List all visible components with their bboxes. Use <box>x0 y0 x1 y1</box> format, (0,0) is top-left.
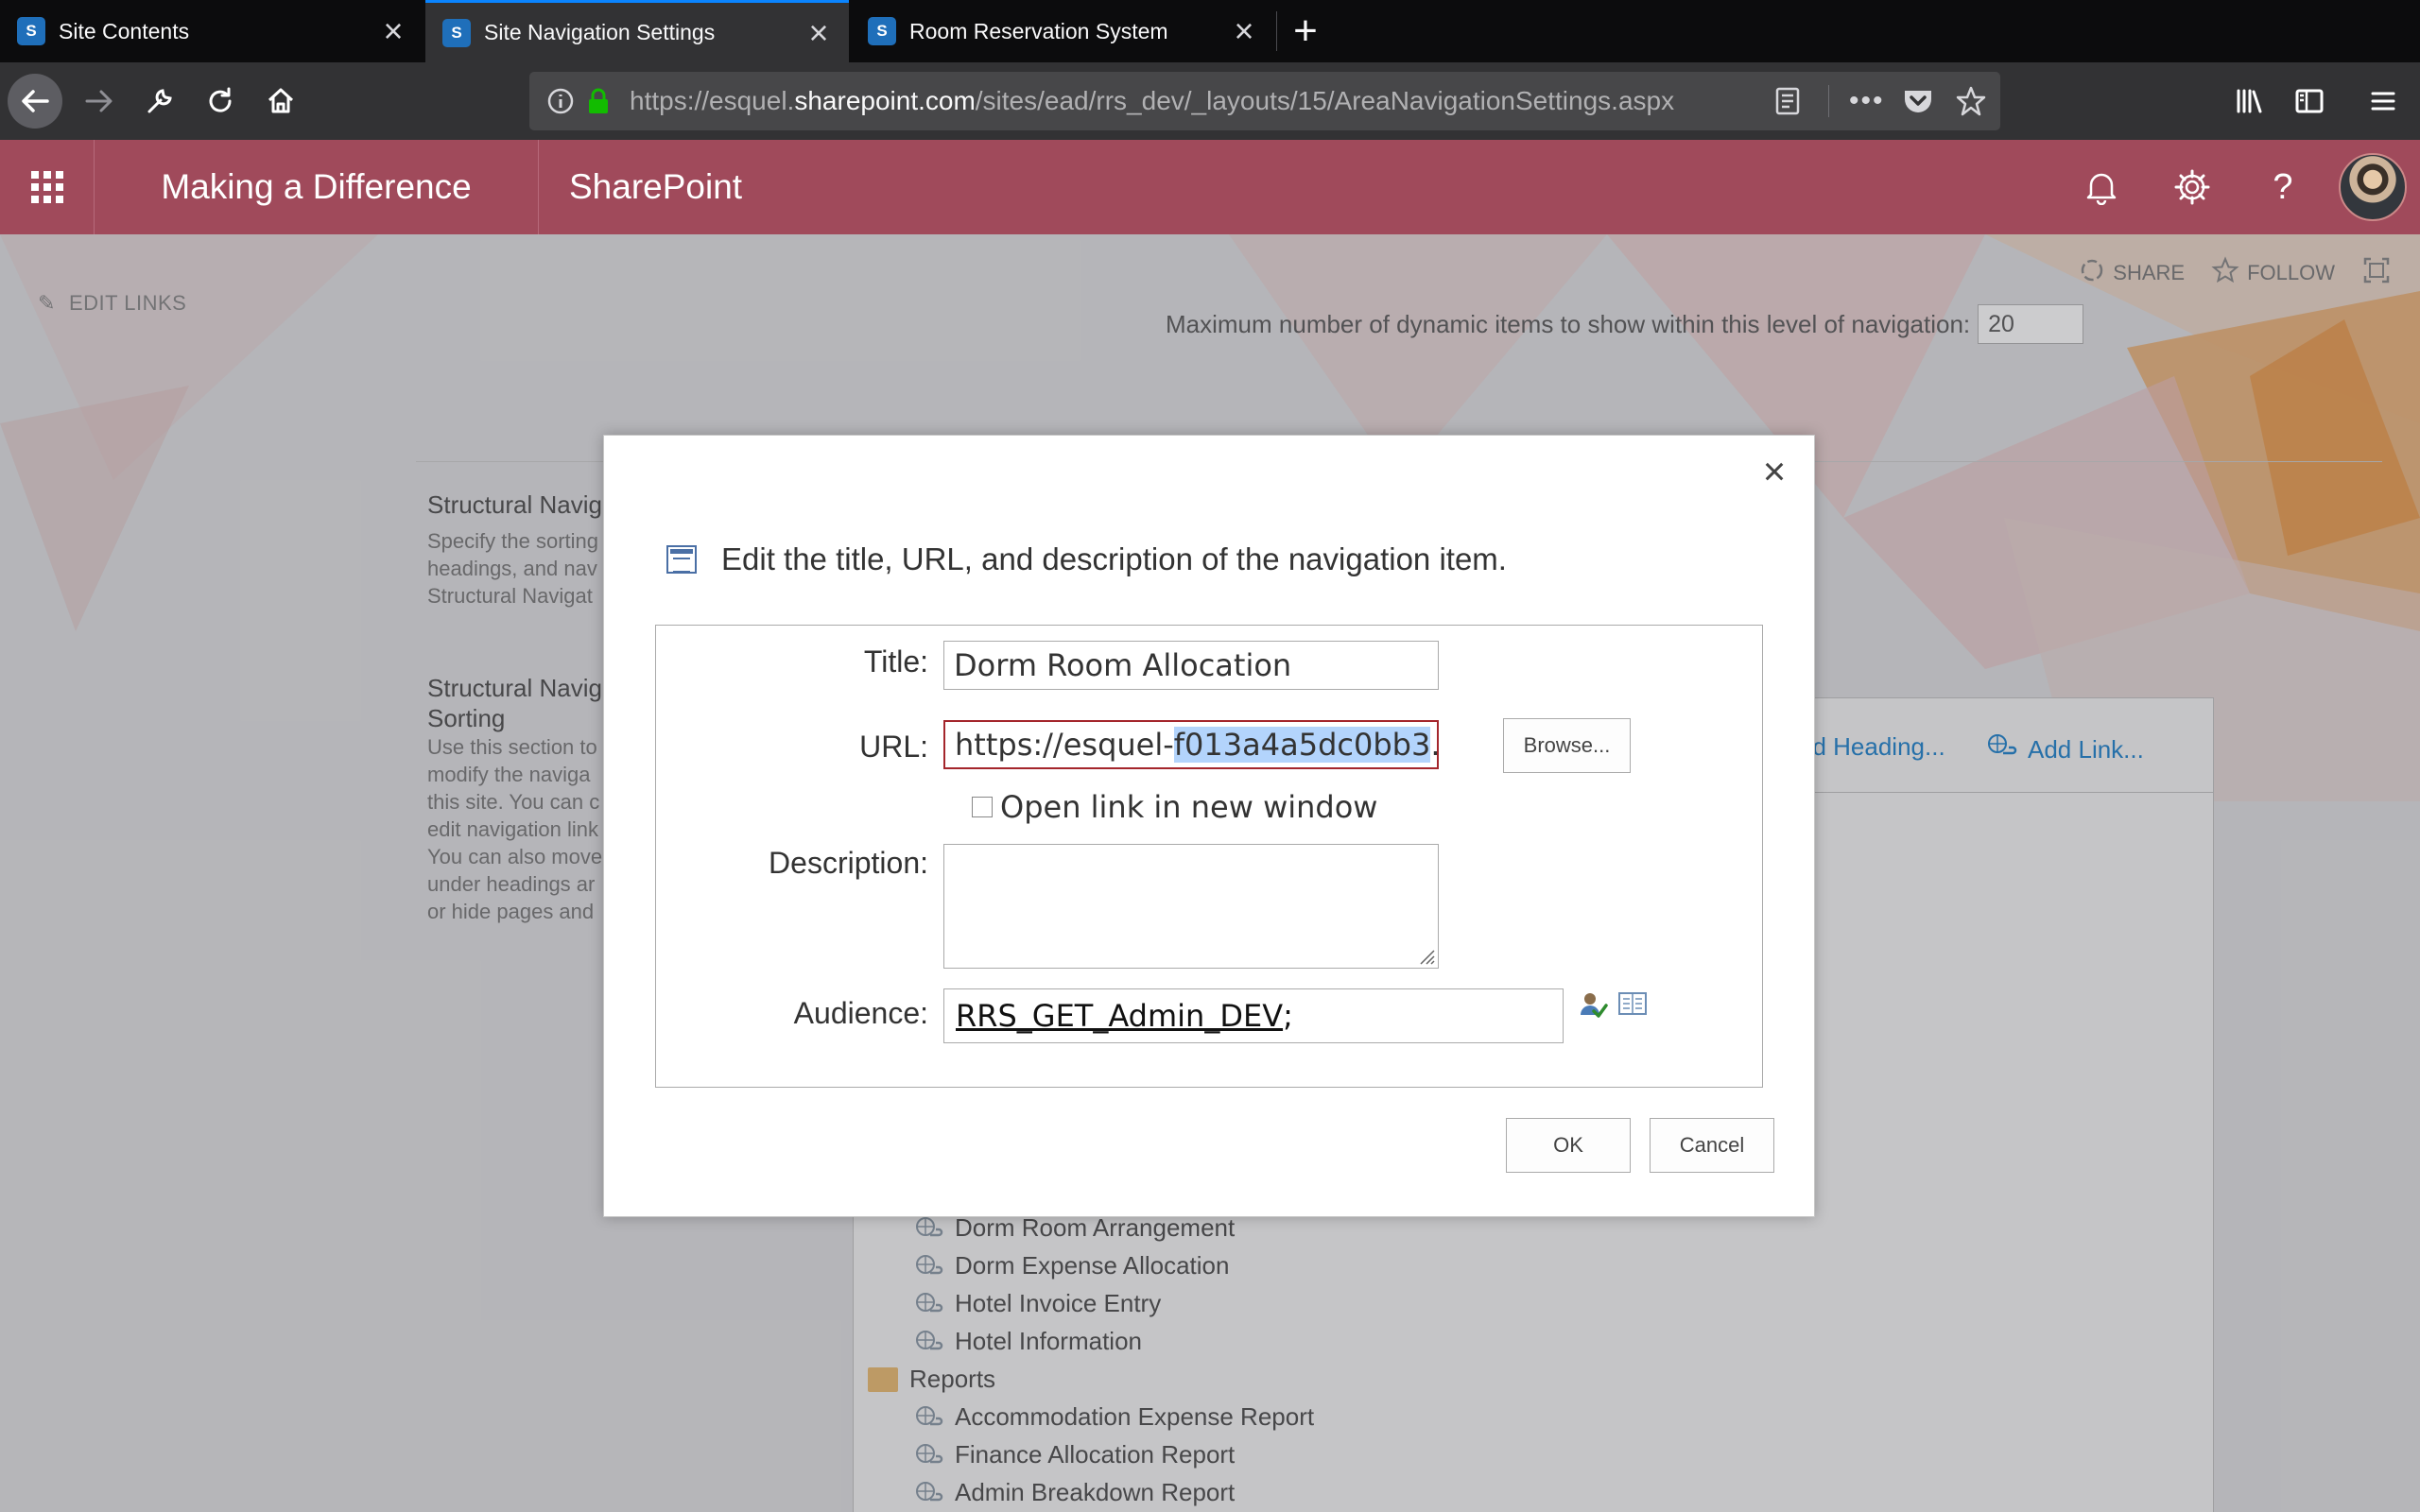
notifications-bell-icon[interactable] <box>2078 163 2125 211</box>
description-label: Description: <box>769 846 928 880</box>
close-dialog-icon[interactable]: × <box>1755 452 1793 491</box>
url-input-selection: f013a4a5dc0bb3 <box>1173 727 1431 763</box>
open-new-window-option[interactable]: Open link in new window <box>972 789 1377 825</box>
close-tab-icon[interactable]: × <box>1225 14 1263 48</box>
sidebar-icon[interactable] <box>2282 74 2337 129</box>
user-avatar[interactable] <box>2339 153 2407 221</box>
open-new-window-checkbox[interactable] <box>972 797 993 817</box>
library-icon[interactable] <box>2221 74 2276 129</box>
help-question-icon[interactable]: ? <box>2259 163 2307 211</box>
new-tab-icon[interactable]: + <box>1282 0 1329 62</box>
urlbar-separator <box>1828 85 1829 117</box>
ok-button[interactable]: OK <box>1506 1118 1631 1173</box>
sharepoint-icon: S <box>17 17 45 45</box>
back-arrow-icon[interactable] <box>8 74 62 129</box>
address-book-icon[interactable] <box>1616 988 1649 1021</box>
resize-grip-icon[interactable] <box>1417 947 1436 966</box>
tab-site-contents[interactable]: S Site Contents × <box>0 0 424 62</box>
home-icon[interactable] <box>253 74 308 129</box>
url-path: /sites/ead/rrs_dev/_layouts/15/AreaNavig… <box>975 86 1675 115</box>
browser-toolbar: https://esquel.sharepoint.com/sites/ead/… <box>0 62 2420 140</box>
more-actions-icon[interactable]: ••• <box>1849 85 1885 117</box>
info-icon[interactable] <box>546 87 575 115</box>
url-label: URL: <box>859 730 928 764</box>
browse-button[interactable]: Browse... <box>1503 718 1631 773</box>
app-launcher-icon[interactable] <box>0 140 95 234</box>
audience-entry[interactable]: RRS_GET_Admin_DEV <box>956 998 1283 1034</box>
check-names-icon[interactable] <box>1577 988 1609 1021</box>
navigation-item-form: Title: Dorm Room Allocation URL: https:/… <box>655 625 1763 1088</box>
open-new-window-label: Open link in new window <box>1000 789 1378 825</box>
url-domain: sharepoint.com <box>794 86 976 115</box>
address-bar[interactable]: https://esquel.sharepoint.com/sites/ead/… <box>529 72 2000 130</box>
cancel-button[interactable]: Cancel <box>1650 1118 1774 1173</box>
suite-bar: Making a Difference SharePoint ? <box>0 140 2420 234</box>
url-input-text: https://esquel- <box>955 727 1174 763</box>
tab-title: Room Reservation System <box>909 18 1168 43</box>
site-name[interactable]: Making a Difference <box>95 140 539 234</box>
dialog-heading: Edit the title, URL, and description of … <box>721 541 1507 576</box>
url-prefix: https://esquel. <box>630 86 795 115</box>
tab-title: Site Navigation Settings <box>484 20 716 44</box>
bookmark-star-icon[interactable] <box>1955 85 1987 117</box>
hamburger-menu-icon[interactable] <box>2356 74 2411 129</box>
edit-navigation-item-dialog: × Edit the title, URL, and description o… <box>603 435 1815 1217</box>
close-tab-icon[interactable]: × <box>800 15 838 50</box>
reader-view-icon[interactable] <box>1773 86 1802 116</box>
title-label: Title: <box>863 644 928 679</box>
forward-arrow-icon[interactable] <box>72 74 127 129</box>
lock-icon <box>586 87 611 115</box>
sharepoint-icon: S <box>442 18 471 47</box>
close-tab-icon[interactable]: × <box>374 14 412 48</box>
audience-people-picker[interactable]: RRS_GET_Admin_DEV; <box>943 988 1564 1043</box>
url-input[interactable]: https://esquel-f013a4a5dc0bb3.sha <box>943 720 1439 769</box>
wrench-icon[interactable] <box>132 74 187 129</box>
app-name[interactable]: SharePoint <box>569 140 742 234</box>
dialog-header: Edit the title, URL, and description of … <box>666 541 1507 577</box>
url-text: https://esquel.sharepoint.com/sites/ead/… <box>630 86 1674 116</box>
pocket-icon[interactable] <box>1902 87 1934 115</box>
tab-separator <box>1276 11 1277 51</box>
tab-room-reservation-system[interactable]: S Room Reservation System × <box>851 0 1274 62</box>
form-icon <box>666 545 697 574</box>
audience-label: Audience: <box>793 996 928 1030</box>
settings-gear-icon[interactable] <box>2169 163 2216 211</box>
reload-icon[interactable] <box>193 74 248 129</box>
audience-separator: ; <box>1283 998 1293 1034</box>
sharepoint-icon: S <box>868 17 896 45</box>
description-textarea[interactable] <box>943 844 1439 969</box>
tab-site-navigation-settings[interactable]: S Site Navigation Settings × <box>425 0 849 62</box>
url-input-text-end: .sha <box>1430 727 1437 763</box>
browser-tab-bar: S Site Contents × S Site Navigation Sett… <box>0 0 2420 62</box>
title-input[interactable]: Dorm Room Allocation <box>943 641 1439 690</box>
tab-title: Site Contents <box>59 18 190 43</box>
